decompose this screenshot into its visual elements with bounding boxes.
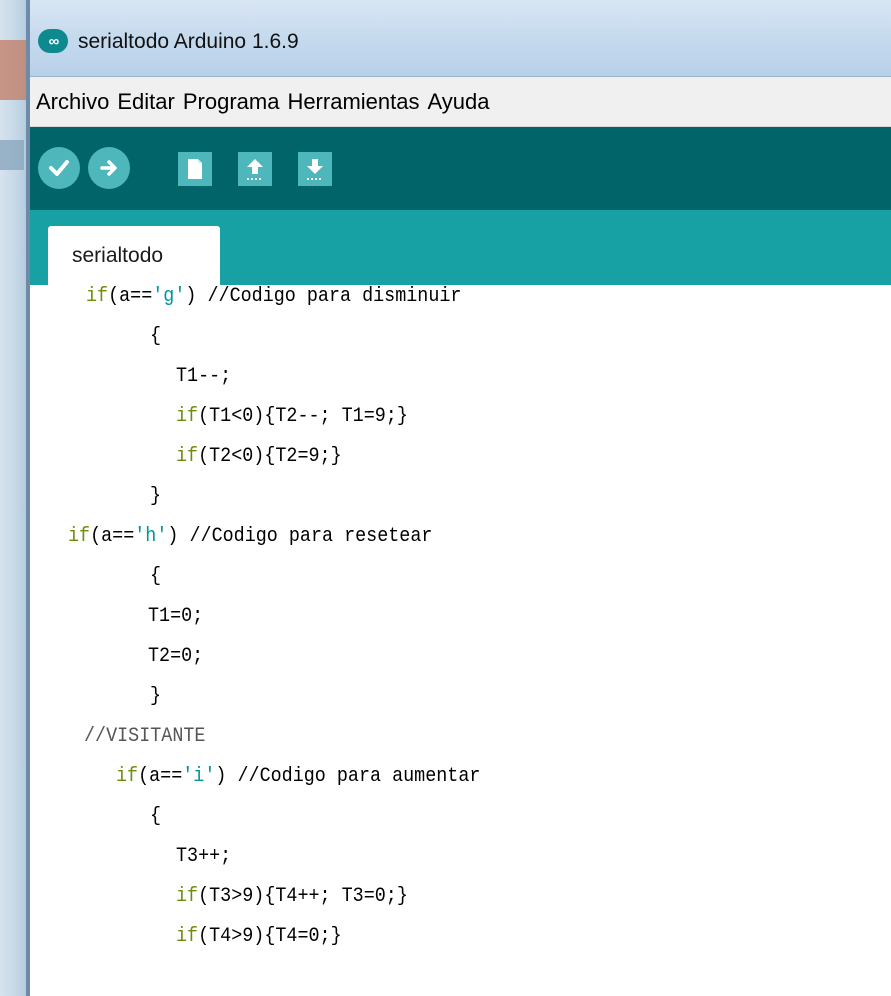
code-text: ) //Codigo para disminuir	[185, 285, 462, 308]
code-line: T3++;	[176, 845, 231, 885]
toolbar	[30, 127, 891, 210]
code-keyword: if	[86, 285, 109, 308]
menu-archivo[interactable]: Archivo	[36, 87, 109, 117]
code-keyword: if	[176, 885, 199, 908]
menu-bar: Archivo Editar Programa Herramientas Ayu…	[30, 77, 891, 127]
code-text: (T4>9){T4=0;}	[198, 925, 342, 948]
code-comment: //VISITANTE	[84, 725, 206, 748]
code-line: if(T4>9){T4=0;}	[176, 925, 342, 965]
menu-editar[interactable]: Editar	[117, 87, 174, 117]
code-text: (T1<0){T2--; T1=9;}	[198, 405, 408, 428]
code-line: if(T2<0){T2=9;}	[176, 445, 342, 485]
title-bar[interactable]: ∞ serialtodo Arduino 1.6.9	[30, 0, 891, 77]
verify-button[interactable]	[38, 147, 80, 189]
code-line: T1--;	[176, 365, 231, 405]
code-line: if(T3>9){T4++; T3=0;}	[176, 885, 408, 925]
desktop-fragment	[0, 140, 24, 170]
new-icon	[188, 159, 202, 179]
code-line: if(a=='h') //Codigo para resetear	[68, 525, 432, 565]
code-editor[interactable]: if(a=='g') //Codigo para disminuir { T1-…	[30, 285, 891, 996]
arduino-window: ∞ serialtodo Arduino 1.6.9 Archivo Edita…	[26, 0, 891, 996]
save-button[interactable]	[298, 152, 332, 186]
code-text: T1=0;	[148, 605, 204, 628]
code-line: //VISITANTE	[84, 725, 205, 765]
code-line: {	[150, 805, 161, 845]
code-line: if(T1<0){T2--; T1=9;}	[176, 405, 408, 445]
code-keyword: if	[68, 525, 91, 548]
desktop-fragment	[0, 40, 26, 100]
menu-herramientas[interactable]: Herramientas	[287, 87, 419, 117]
code-string: 'h'	[134, 525, 168, 548]
code-line: }	[150, 485, 161, 525]
upload-button[interactable]	[88, 147, 130, 189]
code-text: (a==	[138, 765, 183, 788]
code-line: {	[150, 325, 161, 365]
code-text: {	[150, 325, 162, 348]
code-keyword: if	[176, 405, 199, 428]
tab-serialtodo[interactable]: serialtodo	[48, 226, 220, 286]
arduino-logo-icon: ∞	[38, 29, 68, 53]
upload-icon	[100, 160, 117, 176]
code-text: T2=0;	[148, 645, 204, 668]
code-text: (a==	[90, 525, 135, 548]
code-string: 'g'	[152, 285, 186, 308]
open-icon	[247, 159, 263, 180]
verify-icon	[49, 160, 69, 176]
code-text: {	[150, 805, 162, 828]
tab-bar: serialtodo	[30, 210, 891, 286]
code-string: 'i'	[182, 765, 216, 788]
code-text: T3++;	[176, 845, 232, 868]
code-line: {	[150, 565, 161, 605]
code-text: ) //Codigo para resetear	[167, 525, 433, 548]
window-title: serialtodo Arduino 1.6.9	[78, 30, 299, 53]
code-line: T1=0;	[148, 605, 203, 645]
menu-programa[interactable]: Programa	[183, 87, 280, 117]
code-line: T2=0;	[148, 645, 203, 685]
open-button[interactable]	[238, 152, 272, 186]
code-keyword: if	[116, 765, 139, 788]
code-text: }	[150, 485, 162, 508]
menu-ayuda[interactable]: Ayuda	[427, 87, 489, 117]
code-text: (a==	[108, 285, 153, 308]
code-text: (T2<0){T2=9;}	[198, 445, 342, 468]
code-keyword: if	[176, 445, 199, 468]
code-text: }	[150, 685, 162, 708]
code-keyword: if	[176, 925, 199, 948]
code-line: if(a=='g') //Codigo para disminuir	[86, 285, 461, 325]
save-icon	[307, 159, 323, 180]
code-line: }	[150, 685, 161, 725]
code-text: (T3>9){T4++; T3=0;}	[198, 885, 408, 908]
code-line: if(a=='i') //Codigo para aumentar	[116, 765, 480, 805]
code-text: ) //Codigo para aumentar	[215, 765, 481, 788]
code-text: T1--;	[176, 365, 232, 388]
tab-label: serialtodo	[72, 244, 164, 267]
new-sketch-button[interactable]	[178, 152, 212, 186]
code-text: {	[150, 565, 162, 588]
